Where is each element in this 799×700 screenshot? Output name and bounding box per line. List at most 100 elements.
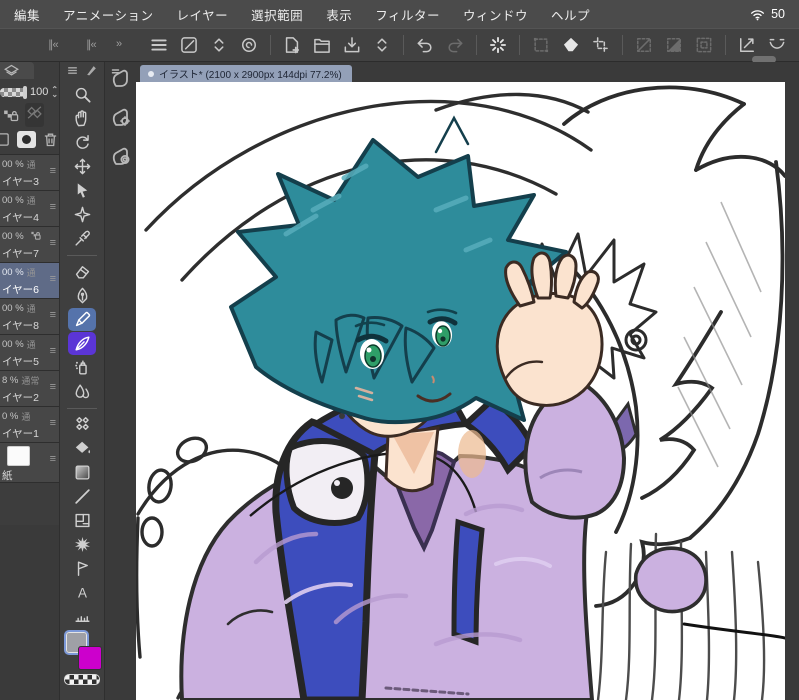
clip-to-layer-icon[interactable] (25, 103, 44, 127)
hand-tool[interactable] (68, 107, 96, 130)
hand-menu-icon[interactable] (109, 66, 133, 90)
menu-5[interactable]: 表示 (326, 5, 352, 24)
layer-opacity: 00 % (2, 231, 24, 242)
brush-tool[interactable] (68, 332, 96, 355)
opacity-stepper[interactable]: ⌃ ⌄ (51, 86, 58, 99)
sparkle-icon[interactable] (486, 33, 510, 57)
layer-row[interactable]: 00 % 通イヤー4 ≡ (0, 191, 59, 227)
panel-collapse-right[interactable]: » (116, 38, 122, 50)
menu-7[interactable]: ウィンドウ (463, 5, 528, 24)
layer-name: 紙 (2, 470, 13, 482)
wifi-icon (751, 9, 765, 20)
pen-settings-icon[interactable] (177, 33, 201, 57)
fill-tool[interactable] (68, 437, 96, 460)
opacity-slider[interactable] (0, 85, 27, 99)
new-canvas-icon[interactable] (280, 33, 304, 57)
move-tool[interactable] (68, 155, 96, 178)
tool-divider (67, 408, 97, 409)
undo-icon[interactable] (413, 33, 437, 57)
menu-8[interactable]: ヘルプ (551, 5, 590, 24)
layer-handle-icon[interactable]: ≡ (50, 346, 56, 357)
layer-handle-icon[interactable]: ≡ (50, 454, 56, 465)
text-tool[interactable]: A (68, 581, 96, 604)
deselect-icon[interactable] (632, 33, 656, 57)
layer-handle-icon[interactable]: ≡ (50, 202, 56, 213)
tool-menu-icon[interactable] (66, 64, 79, 77)
select-launcher-icon[interactable] (529, 33, 553, 57)
sub-color-swatch[interactable] (78, 646, 102, 670)
main-menu-icon[interactable] (147, 33, 171, 57)
selection-pen-tool[interactable] (68, 557, 96, 580)
layers-panel-tab[interactable] (0, 62, 34, 79)
layer-handle-icon[interactable]: ≡ (50, 238, 56, 249)
layer-handle-icon[interactable]: ≡ (50, 418, 56, 429)
layer-handle-icon[interactable]: ≡ (50, 166, 56, 177)
layer-opacity-row: 100 ⌃ ⌄ (0, 79, 59, 103)
hand-gear-icon[interactable] (109, 105, 133, 129)
pen-tool[interactable] (68, 284, 96, 307)
panel-collapse-left[interactable]: ∥« (48, 38, 59, 51)
gradient-tool[interactable] (68, 461, 96, 484)
layer-handle-icon[interactable]: ≡ (50, 310, 56, 321)
delete-layer-icon[interactable] (42, 131, 59, 148)
operate-tool[interactable] (68, 179, 96, 202)
layer-opacity: 8 % (2, 375, 19, 386)
crop-frame-icon[interactable] (589, 33, 613, 57)
layer-handle-icon[interactable]: ≡ (50, 274, 56, 285)
menu-4[interactable]: 選択範囲 (251, 5, 303, 24)
snap-special-icon[interactable] (795, 33, 799, 57)
snap-ruler-icon[interactable] (735, 33, 759, 57)
layers-icon (4, 64, 19, 76)
layer-row[interactable]: 00 % 通イヤー5 ≡ (0, 335, 59, 371)
menu-3[interactable]: レイヤー (177, 5, 229, 24)
invert-selection-icon[interactable] (662, 33, 686, 57)
eraser-tool[interactable] (68, 260, 96, 283)
menu-6[interactable]: フィルター (375, 5, 440, 24)
decoration-tool[interactable] (68, 413, 96, 436)
layer-row[interactable]: 8 % 通常 イヤー2 ≡ (0, 371, 59, 407)
eyedropper-tool[interactable] (68, 227, 96, 250)
open-file-icon[interactable] (310, 33, 334, 57)
transparent-color-swatch[interactable] (64, 674, 100, 685)
redo-icon[interactable] (443, 33, 467, 57)
layer-row[interactable]: 00 % 通イヤー8 ≡ (0, 299, 59, 335)
layer-mask-icon[interactable] (17, 130, 36, 148)
blend-tool[interactable] (68, 380, 96, 403)
canvas[interactable] (136, 82, 785, 700)
layer-blend-mode: 通 (26, 268, 36, 278)
menu-1[interactable]: 編集 (14, 5, 40, 24)
layer-row[interactable]: 00 % イヤー7 ≡ (0, 227, 59, 263)
border-selection-icon[interactable] (692, 33, 716, 57)
save-file-icon[interactable] (340, 33, 364, 57)
clip-studio-icon[interactable] (237, 33, 261, 57)
saturated-line-tool[interactable] (68, 533, 96, 556)
new-layer-icon[interactable] (0, 131, 11, 148)
frame-tool[interactable] (68, 509, 96, 532)
layer-row[interactable]: 0 % 通イヤー1 ≡ (0, 407, 59, 443)
document-tab[interactable]: イラスト* (2100 x 2900px 144dpi 77.2%) (140, 65, 352, 82)
marker-tool[interactable] (68, 308, 96, 331)
airbrush-tool[interactable] (68, 356, 96, 379)
figure-tool[interactable] (68, 485, 96, 508)
menu-2[interactable]: アニメーション (63, 5, 154, 24)
rotate-tool[interactable] (68, 131, 96, 154)
layer-opacity: 00 % (2, 159, 24, 170)
layer-lock-icon (30, 230, 41, 244)
layer-row[interactable]: 00 % 通イヤー3 ≡ (0, 155, 59, 191)
layer-row[interactable]: 00 % 通イヤー6 ≡ (0, 263, 59, 299)
auto-select-tool[interactable] (68, 203, 96, 226)
svg-text:A: A (78, 585, 87, 600)
layer-row-paper[interactable]: 紙 ≡ (0, 443, 59, 483)
expand-chevrons-icon[interactable] (370, 33, 394, 57)
panel-collapse-mid[interactable]: ∥« (86, 38, 97, 51)
layer-handle-icon[interactable]: ≡ (50, 382, 56, 393)
command-bar: ∥« ∥« » (0, 28, 799, 63)
zoom-tool[interactable] (68, 83, 96, 106)
snap-curve-icon[interactable] (765, 33, 789, 57)
document-title: イラスト* (2100 x 2900px 144dpi 77.2%) (159, 70, 342, 81)
erase-diamond-icon[interactable] (559, 33, 583, 57)
ruler-tool[interactable] (68, 605, 96, 628)
hand-clip-icon[interactable] (109, 144, 133, 168)
expand-chevrons-icon[interactable] (207, 33, 231, 57)
lock-transparent-pixels-icon[interactable] (2, 107, 19, 124)
